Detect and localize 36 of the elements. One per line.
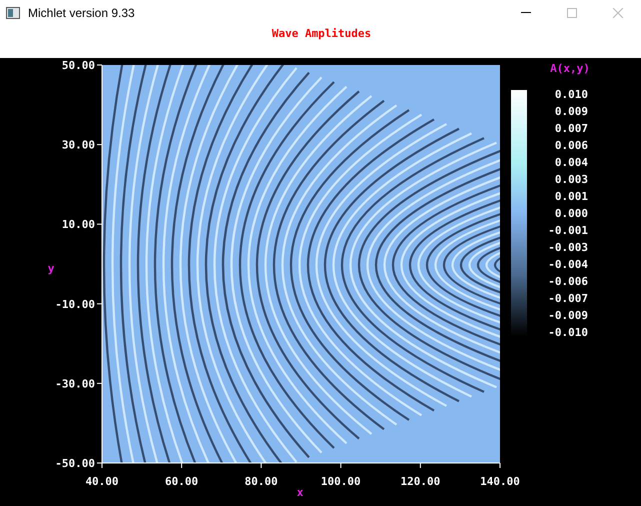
maximize-icon: [567, 8, 577, 18]
x-tick-label: 140.00: [480, 475, 520, 488]
close-icon: [613, 8, 623, 18]
colorbar-tick-label: 0.007: [554, 122, 588, 135]
colorbar-tick-label: -0.009: [548, 309, 588, 322]
minimize-icon: [521, 12, 531, 14]
y-tick-label: -30.00: [55, 377, 95, 390]
colorbar-tick-label: 0.000: [554, 207, 588, 220]
plot-title: Wave Amplitudes: [272, 26, 372, 42]
y-axis-label: y: [48, 262, 54, 275]
x-tick-label: 80.00: [244, 475, 278, 488]
y-tick-label: 30.00: [62, 138, 95, 152]
x-tick-label: 40.00: [85, 475, 119, 488]
colorbar-tick-label: 0.006: [554, 139, 588, 152]
colorbar-tick-label: 0.001: [554, 190, 588, 203]
colorbar-tick-label: -0.010: [548, 326, 588, 339]
x-tick-label: 100.00: [320, 475, 361, 488]
x-tick-label: 60.00: [165, 475, 198, 488]
y-tick-label: -50.00: [55, 457, 95, 470]
colorbar-tick-label: 0.004: [554, 156, 588, 169]
colorbar-label: A(x,y): [550, 62, 590, 75]
x-tick-label: 120.00: [400, 475, 440, 488]
y-tick-label: -10.00: [55, 298, 95, 311]
colorbar-tick-label: -0.006: [548, 275, 588, 288]
y-tick-label: 10.00: [62, 218, 95, 232]
colorbar-tick-label: 0.010: [554, 88, 588, 101]
colorbar-tick-label: -0.003: [548, 241, 588, 254]
colorbar-tick-label: 0.009: [554, 105, 588, 118]
colorbar-tick-label: -0.001: [548, 224, 588, 237]
colorbar-tick-label: -0.004: [548, 258, 588, 271]
app-icon: [6, 6, 20, 18]
colorbar-tick-label: 0.003: [554, 173, 588, 186]
window-title: Michlet version 9.33: [28, 4, 135, 22]
x-axis-label: x: [296, 486, 304, 499]
y-tick-label: 50.00: [62, 59, 95, 72]
colorbar-tick-label: -0.007: [548, 292, 588, 305]
